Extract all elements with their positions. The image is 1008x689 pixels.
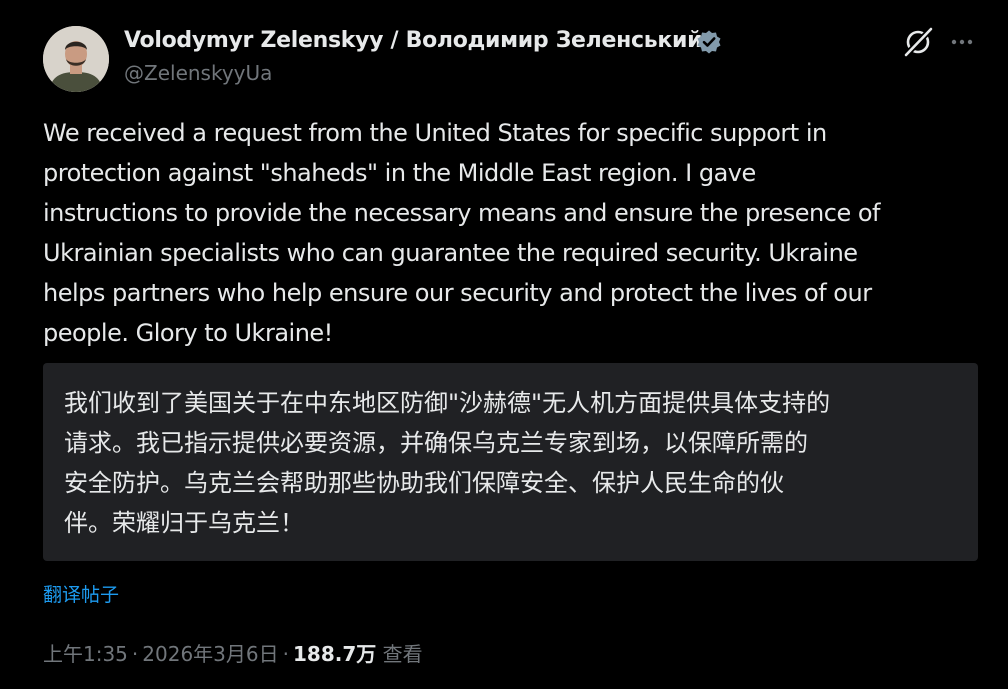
meta-separator: · [131, 642, 139, 666]
meta-separator: · [282, 642, 289, 666]
translation-box: 我们收到了美国关于在中东地区防御"沙赫德"无人机方面提供具体支持的 请求。我已指… [43, 363, 978, 561]
avatar-image [43, 26, 109, 92]
grok-icon[interactable] [902, 26, 934, 58]
views-count: 188.7万 [293, 642, 377, 666]
translation-text: 我们收到了美国关于在中东地区防御"沙赫德"无人机方面提供具体支持的 请求。我已指… [64, 389, 831, 537]
post-meta: 上午1:35 · 2026年3月6日 · 188.7万 查看 [43, 640, 423, 668]
author-handle[interactable]: @ZelenskyyUa [124, 60, 272, 86]
translate-post-link[interactable]: 翻译帖子 [43, 582, 119, 608]
post-container: Volodymyr Zelenskyy / Володимир Зеленськ… [0, 0, 1008, 689]
verified-badge-icon[interactable] [696, 29, 722, 55]
post-body-text: We received a request from the United St… [43, 119, 880, 347]
post-time[interactable]: 上午1:35 [43, 642, 128, 666]
post-date[interactable]: 2026年3月6日 [142, 642, 278, 666]
more-options-icon[interactable] [948, 30, 976, 54]
author-avatar[interactable] [43, 26, 109, 92]
views-label: 查看 [382, 642, 423, 666]
author-name[interactable]: Volodymyr Zelenskyy / Володимир Зеленськ… [124, 27, 703, 55]
